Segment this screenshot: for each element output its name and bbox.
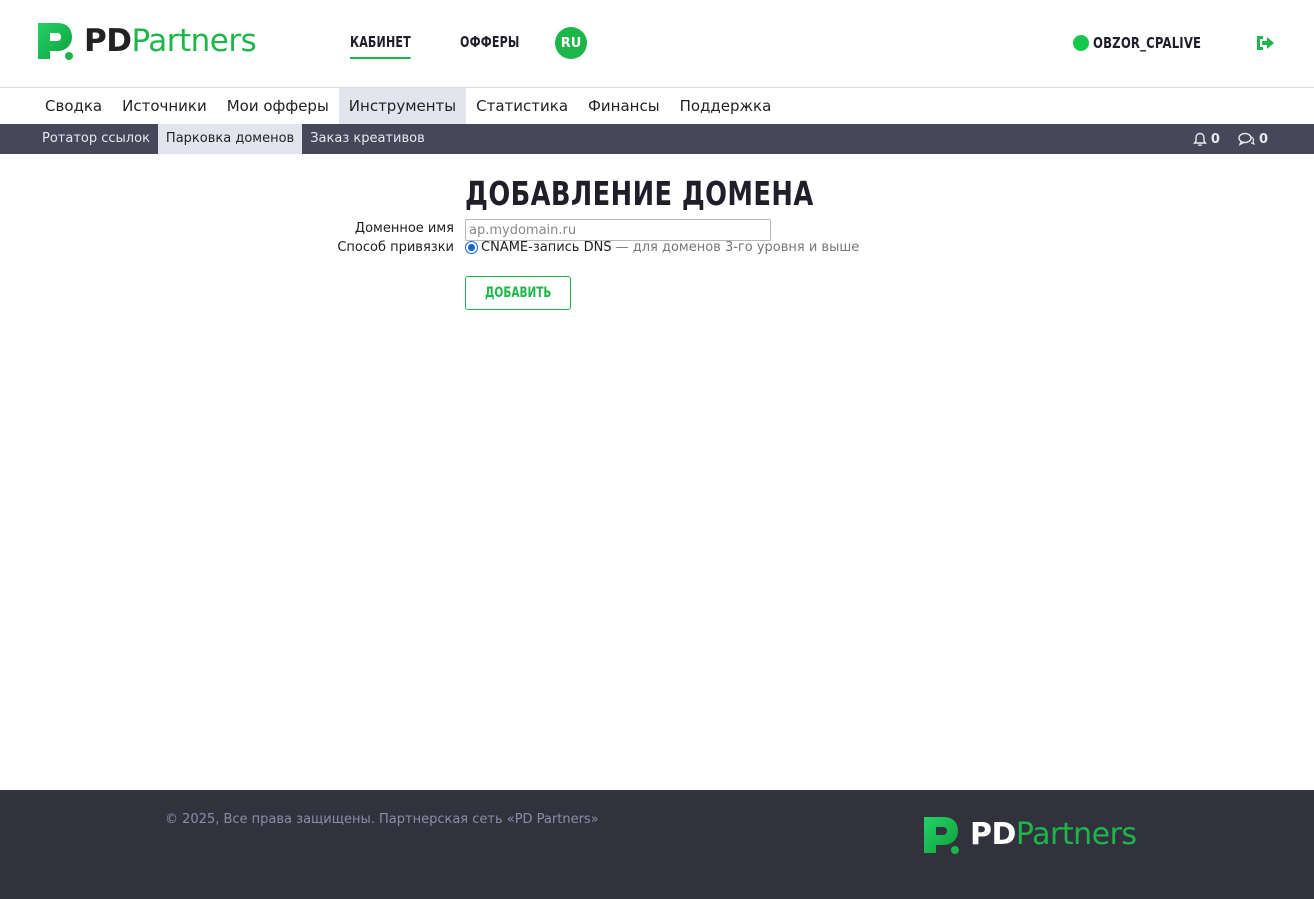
add-domain-button-label: ДОБАВИТЬ — [484, 285, 552, 301]
bell-icon — [1193, 132, 1207, 146]
messages-counter[interactable]: 0 — [1238, 132, 1268, 147]
topnav-cabinet[interactable]: КАБИНЕТ — [350, 33, 411, 59]
footer-logo-text-partners: Partners — [1015, 817, 1137, 852]
topnav-offers[interactable]: ОФФЕРЫ — [460, 33, 519, 59]
mainnav-statistics[interactable]: Статистика — [466, 88, 578, 124]
notifications-counter[interactable]: 0 — [1193, 132, 1220, 147]
language-switch[interactable]: RU — [555, 27, 587, 59]
cname-option-hint: — для доменов 3-го уровня и выше — [615, 240, 860, 255]
brand-logo[interactable]: PDPartners — [36, 21, 257, 61]
footer-logo-text-pd: PD — [970, 817, 1016, 852]
mainnav-sources[interactable]: Источники — [112, 88, 217, 124]
header: PDPartners КАБИНЕТ ОФФЕРЫ RU OBZOR_CPALI… — [0, 0, 1314, 88]
logo-text-partners: Partners — [131, 22, 257, 59]
sub-nav: Ротатор ссылок Парковка доменов Заказ кр… — [0, 124, 1314, 154]
subnav-creatives-order[interactable]: Заказ креативов — [302, 124, 433, 154]
online-status-icon — [1073, 35, 1090, 51]
footer-logo-mark-icon — [924, 817, 959, 854]
binding-method-label: Способ привязки — [337, 240, 454, 255]
mainnav-my-offers[interactable]: Мои офферы — [217, 88, 339, 124]
cname-radio[interactable] — [465, 241, 478, 254]
footer: © 2025, Все права защищены. Партнерская … — [0, 790, 1314, 899]
domain-name-label: Доменное имя — [354, 221, 454, 236]
subnav-domain-parking[interactable]: Парковка доменов — [157, 124, 303, 154]
top-nav: КАБИНЕТ ОФФЕРЫ — [350, 33, 533, 59]
cname-option-label: CNAME-запись DNS — [481, 240, 612, 255]
main-nav: Сводка Источники Мои офферы Инструменты … — [0, 88, 1314, 124]
chat-bubbles-icon — [1238, 132, 1255, 146]
notifications-count: 0 — [1210, 131, 1220, 147]
counters: 0 0 — [1193, 124, 1268, 154]
logo-mark-icon — [38, 23, 73, 60]
username: OBZOR_CPALIVE — [1093, 34, 1202, 52]
logout-icon[interactable] — [1255, 34, 1275, 52]
mainnav-finance[interactable]: Финансы — [578, 88, 670, 124]
mainnav-summary[interactable]: Сводка — [35, 88, 112, 124]
mainnav-tools[interactable]: Инструменты — [338, 88, 467, 124]
add-domain-button[interactable]: ДОБАВИТЬ — [465, 276, 571, 310]
copyright-text: © 2025, Все права защищены. Партнерская … — [165, 812, 599, 827]
binding-option-cname[interactable]: CNAME-запись DNS — для доменов 3-го уров… — [465, 240, 859, 255]
subnav-link-rotator[interactable]: Ротатор ссылок — [34, 124, 158, 154]
domain-name-input[interactable] — [465, 219, 771, 241]
user-account[interactable]: OBZOR_CPALIVE — [1073, 34, 1232, 52]
logo-text-pd: PD — [84, 22, 132, 59]
footer-brand-logo[interactable]: PDPartners — [922, 815, 1137, 855]
mainnav-support[interactable]: Поддержка — [670, 88, 782, 124]
page-title: ДОБАВЛЕНИЕ ДОМЕНА — [465, 174, 814, 213]
messages-count: 0 — [1258, 131, 1268, 147]
